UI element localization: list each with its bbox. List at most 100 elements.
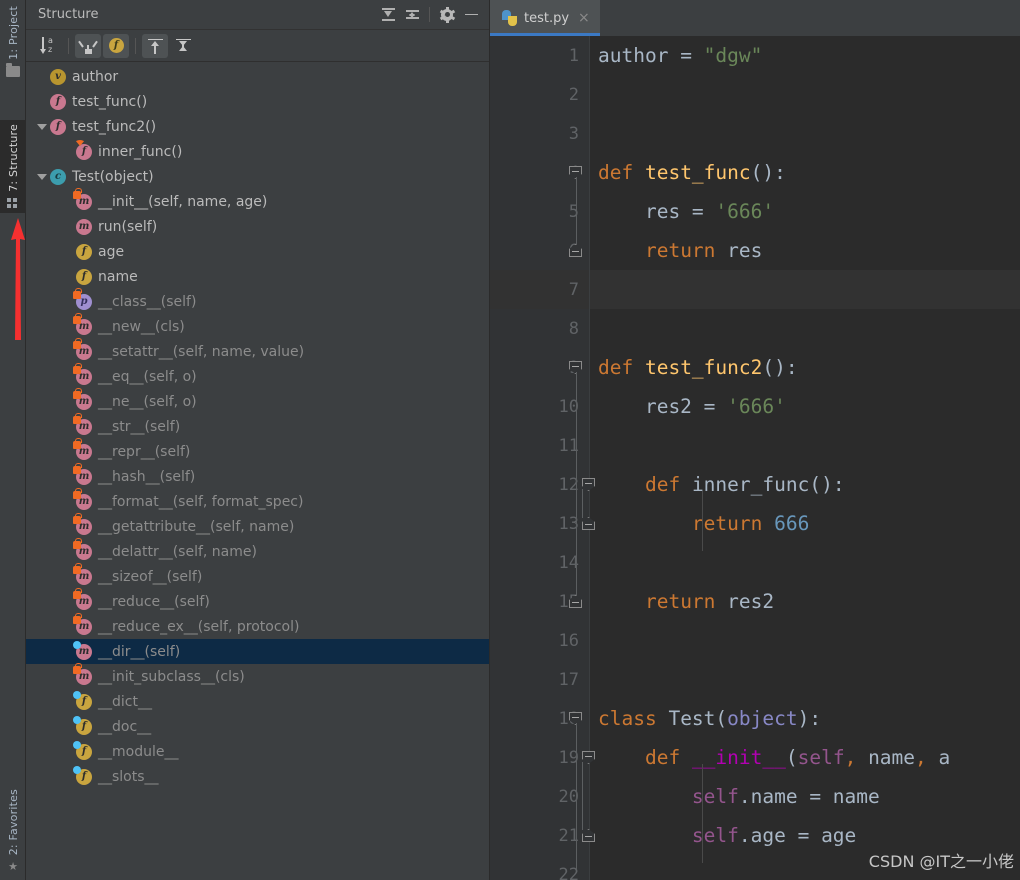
method-icon: m — [73, 463, 92, 485]
tree-row[interactable]: m __getattribute__(self, name) — [26, 513, 489, 539]
tree-item-label: __getattribute__(self, name) — [98, 518, 295, 535]
tree-item-label: __class__(self) — [98, 293, 197, 310]
show-inherited-hierarchy-button[interactable] — [75, 33, 101, 58]
scroll-from-source-button[interactable] — [142, 33, 168, 58]
code-line[interactable]: self .name = name — [590, 777, 1020, 816]
fold-connector-line — [581, 762, 583, 830]
expand-triangle-icon[interactable] — [34, 123, 50, 130]
tree-row[interactable]: f __module__ — [26, 739, 489, 764]
field-icon: f — [73, 740, 92, 760]
scroll-to-source-button[interactable] — [170, 34, 196, 58]
code-token: inner_func — [691, 473, 810, 496]
code-text-pane[interactable]: author = "dgw" def test_func (): res = '66… — [590, 36, 1020, 880]
fold-end-icon[interactable] — [569, 595, 582, 608]
tree-row[interactable]: c Test(object) — [26, 164, 489, 189]
code-line[interactable]: def test_func (): — [590, 153, 1020, 192]
code-line[interactable] — [590, 309, 1020, 348]
tree-row[interactable]: m __hash__(self) — [26, 463, 489, 489]
tree-row[interactable]: f test_func() — [26, 89, 489, 114]
fold-gutter[interactable] — [561, 36, 595, 880]
code-line[interactable]: return res — [590, 231, 1020, 270]
code-line[interactable]: return res2 — [590, 582, 1020, 621]
tool-tab-project[interactable]: 1: Project — [0, 2, 26, 81]
code-line[interactable]: author = "dgw" — [590, 36, 1020, 75]
tree-node: m __setattr__(self, name, value) — [73, 338, 305, 360]
fold-end-icon[interactable] — [569, 244, 582, 257]
tool-tab-favorites-label: 2: Favorites — [6, 788, 20, 855]
lock-badge-icon — [73, 513, 82, 524]
code-line[interactable] — [590, 75, 1020, 114]
sort-alphabetically-button[interactable]: az — [36, 34, 62, 58]
code-token: def — [644, 473, 692, 496]
code-token: return — [644, 590, 728, 613]
tree-node: p __class__(self) — [73, 288, 197, 310]
tree-row[interactable]: f age — [26, 239, 489, 264]
toolbar-divider-2 — [135, 37, 136, 54]
method-icon: m — [73, 413, 92, 435]
tree-row[interactable]: m __init__(self, name, age) — [26, 188, 489, 214]
tree-row[interactable]: m __str__(self) — [26, 413, 489, 439]
close-icon[interactable]: × — [576, 11, 590, 25]
code-line[interactable] — [590, 621, 1020, 660]
tree-row[interactable]: m __dir__(self) — [26, 639, 489, 664]
code-line[interactable]: res = '666' — [590, 192, 1020, 231]
show-fields-button[interactable]: f — [103, 33, 129, 58]
code-line[interactable]: def test_func2 (): — [590, 348, 1020, 387]
tree-row[interactable]: f name — [26, 264, 489, 289]
tree-row[interactable]: p __class__(self) — [26, 288, 489, 314]
code-line[interactable] — [590, 426, 1020, 465]
expand-all-button[interactable] — [376, 4, 400, 26]
code-line[interactable]: res2 = '666' — [590, 387, 1020, 426]
line-number-gutter[interactable]: 12345678910111213141516171819202122 — [490, 36, 595, 880]
tree-row[interactable]: m __sizeof__(self) — [26, 563, 489, 589]
tree-row[interactable]: m __repr__(self) — [26, 438, 489, 464]
tree-row[interactable]: m __ne__(self, o) — [26, 388, 489, 414]
editor-area: test.py × 123456789101112131415161718192… — [490, 0, 1020, 880]
tool-tab-favorites[interactable]: 2: Favorites ★ — [0, 785, 26, 876]
code-token: ( — [715, 707, 728, 730]
tree-row[interactable]: m __reduce_ex__(self, protocol) — [26, 613, 489, 639]
tree-row[interactable]: m __reduce__(self) — [26, 588, 489, 614]
code-line[interactable]: class Test(object): — [590, 699, 1020, 738]
code-line[interactable] — [590, 270, 1020, 309]
tree-row[interactable]: f inner_func() — [26, 139, 489, 164]
tree-item-label: __sizeof__(self) — [98, 568, 203, 585]
tree-row[interactable]: m __init_subclass__(cls) — [26, 663, 489, 689]
structure-tree[interactable]: v author f test_func() f test_func2() f inner_f… — [26, 62, 489, 880]
collapse-all-button[interactable] — [400, 4, 424, 26]
tool-tab-structure[interactable]: 7: Structure — [0, 120, 26, 213]
expand-triangle-icon[interactable] — [34, 173, 50, 180]
tree-row[interactable]: m __delattr__(self, name) — [26, 538, 489, 564]
tree-node: f age — [76, 243, 124, 260]
tree-node: f inner_func() — [75, 139, 182, 160]
header-divider — [429, 7, 430, 22]
hide-panel-button[interactable] — [459, 4, 483, 26]
inherited-badge-icon — [73, 715, 81, 724]
tree-row[interactable]: m __format__(self, format_spec) — [26, 488, 489, 514]
lock-badge-icon — [73, 288, 82, 299]
tree-row[interactable]: f __doc__ — [26, 714, 489, 739]
code-line[interactable] — [590, 114, 1020, 153]
code-line[interactable] — [590, 660, 1020, 699]
tree-row[interactable]: f test_func2() — [26, 114, 489, 139]
tree-item-label: __setattr__(self, name, value) — [98, 343, 305, 360]
tree-row[interactable]: m __eq__(self, o) — [26, 363, 489, 389]
arrow-up-to-bar-icon — [147, 38, 163, 54]
code-line[interactable]: def inner_func (): — [590, 465, 1020, 504]
code-line[interactable]: def __init__(self, name, a — [590, 738, 1020, 777]
tree-row[interactable]: m __setattr__(self, name, value) — [26, 338, 489, 364]
code-line[interactable] — [590, 543, 1020, 582]
editor-tab-test-py[interactable]: test.py × — [490, 0, 600, 36]
code-line[interactable]: self .age = age — [590, 816, 1020, 855]
code-line[interactable]: return 666 — [590, 504, 1020, 543]
editor-tab-bar: test.py × — [490, 0, 1020, 36]
tree-row[interactable]: f __slots__ — [26, 764, 489, 789]
tree-item-label: Test(object) — [72, 168, 154, 185]
settings-button[interactable] — [435, 4, 459, 26]
code-line[interactable] — [590, 855, 1020, 880]
tree-row[interactable]: m __new__(cls) — [26, 313, 489, 339]
tree-row[interactable]: f __dict__ — [26, 689, 489, 714]
tree-row[interactable]: v author — [26, 64, 489, 89]
tree-row[interactable]: m run(self) — [26, 214, 489, 239]
